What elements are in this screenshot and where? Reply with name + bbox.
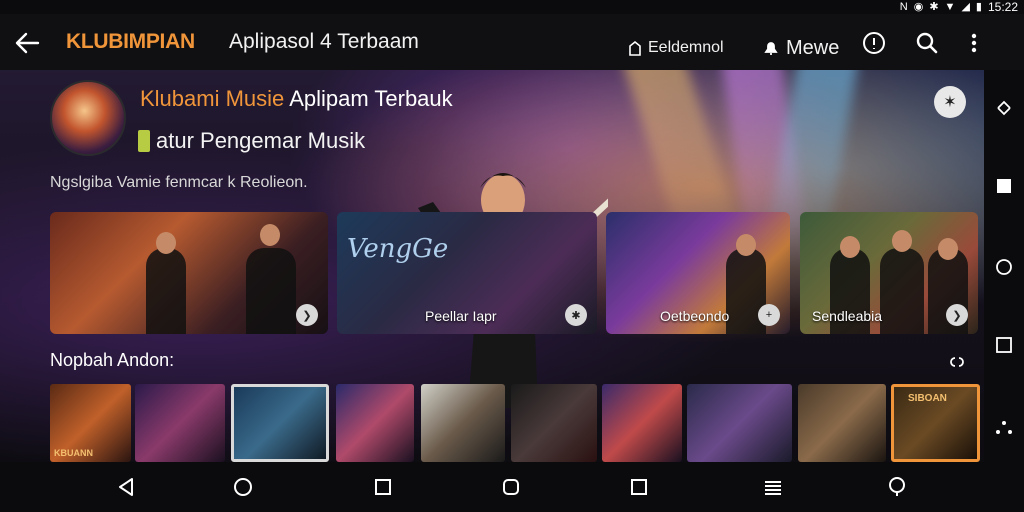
rounded-square-icon[interactable] xyxy=(498,474,524,500)
featured-card[interactable]: VengGe Peellar Iapr ✱ xyxy=(337,212,597,334)
circle-icon[interactable] xyxy=(994,257,1014,277)
performer-silhouette xyxy=(246,248,296,334)
featured-card[interactable]: Oetbeondo + xyxy=(606,212,790,334)
card-badge[interactable]: ❯ xyxy=(296,304,318,326)
hero-subtitle: atur Pengemar Musik xyxy=(138,128,365,154)
hero-description: Ngslgiba Vamie fenmcar k Reolieon. xyxy=(50,174,308,191)
hero-title-rest: Aplipam Terbauk xyxy=(289,86,453,111)
navigation-bar xyxy=(0,462,1024,512)
thumbnail[interactable] xyxy=(602,384,682,462)
app-title: Aplipasol 4 Terbaam xyxy=(229,30,419,53)
ticket-icon xyxy=(138,130,150,152)
bluetooth-icon: ✱ xyxy=(929,1,939,13)
dots-icon[interactable] xyxy=(994,418,1014,438)
back-triangle-icon[interactable] xyxy=(114,474,140,500)
search-icon[interactable] xyxy=(914,30,940,56)
tab-label: Eeldemnol xyxy=(648,39,724,56)
square-icon[interactable] xyxy=(626,474,652,500)
thumbnail-label: KBUANN xyxy=(54,448,93,458)
nfc-icon: N xyxy=(899,1,908,13)
more-vert-icon[interactable] xyxy=(961,30,987,56)
card-label: Sendleabia xyxy=(812,308,883,324)
card-badge[interactable]: ✱ xyxy=(565,304,587,326)
card-overlay-text: VengGe xyxy=(347,234,449,264)
share-icon[interactable] xyxy=(994,98,1014,118)
performer-head xyxy=(840,236,860,258)
thumbnail-highlighted[interactable]: SIBOAN xyxy=(891,384,980,462)
performer-silhouette xyxy=(880,248,924,334)
hero-title: Klubami Musie Aplipam Terbauk xyxy=(140,86,453,112)
pin-icon: ✶ xyxy=(943,94,957,111)
info-icon[interactable] xyxy=(861,30,887,56)
app-bar: KLUBIMPIAN Aplipasol 4 Terbaam Eeldemnol… xyxy=(0,14,1024,76)
performer-silhouette xyxy=(146,248,186,334)
home-circle-icon[interactable] xyxy=(230,474,256,500)
performer-head xyxy=(156,232,176,254)
tab-mewe[interactable]: Mewe xyxy=(762,28,839,68)
card-label: Oetbeondo xyxy=(660,308,730,324)
brand-logo-text[interactable]: KLUBIMPIAN xyxy=(66,30,195,54)
tab-label: Mewe xyxy=(786,36,840,59)
thumbnail[interactable] xyxy=(336,384,414,462)
square-filled-icon[interactable] xyxy=(994,176,1014,196)
thumbnail-selected[interactable] xyxy=(231,384,329,462)
home-icon xyxy=(629,40,641,56)
hero-banner: Klubami Musie Aplipam Terbauk atur Penge… xyxy=(0,70,984,462)
side-rail xyxy=(984,70,1024,462)
status-icons: N ◉ ✱ ▼ ◢ ▮ 15:22 xyxy=(900,0,1018,14)
performer-head xyxy=(260,224,280,246)
card-label: Peellar Iapr xyxy=(425,308,497,324)
featured-card[interactable]: Sendleabia ❯ xyxy=(800,212,978,334)
thumbnail[interactable] xyxy=(511,384,597,462)
recents-square-icon[interactable] xyxy=(370,474,396,500)
menu-lines-icon[interactable] xyxy=(760,474,786,500)
bell-icon xyxy=(764,42,778,55)
pin-button[interactable]: ✶ xyxy=(934,86,966,118)
performer-head xyxy=(736,234,756,256)
signal-icon: ◢ xyxy=(961,1,970,13)
performer-head xyxy=(938,238,958,260)
settings-icon: ◉ xyxy=(913,1,924,13)
card-badge[interactable]: + xyxy=(758,304,780,326)
thumbnail-label: SIBOAN xyxy=(908,393,947,404)
status-bar: N ◉ ✱ ▼ ◢ ▮ 15:22 xyxy=(0,0,1024,14)
hero-title-brand: Klubami Musie xyxy=(140,86,285,111)
status-time: 15:22 xyxy=(987,0,1018,14)
thumbnail[interactable]: KBUANN xyxy=(50,384,131,462)
thumbnail[interactable] xyxy=(798,384,886,462)
thumbnail[interactable] xyxy=(687,384,792,462)
section-title: Nopbah Andon: xyxy=(50,350,175,370)
avatar[interactable] xyxy=(50,80,126,156)
featured-card[interactable]: ❯ xyxy=(50,212,328,334)
square-outline-icon[interactable] xyxy=(994,335,1014,355)
link-icon[interactable] xyxy=(946,354,968,370)
hero-subtitle-text: atur Pengemar Musik xyxy=(156,128,366,153)
wifi-icon: ▼ xyxy=(944,1,956,13)
back-arrow-icon[interactable] xyxy=(12,30,42,56)
tab-eeldemnol[interactable]: Eeldemnol xyxy=(622,28,728,76)
thumbnail[interactable] xyxy=(135,384,225,462)
performer-head xyxy=(892,230,912,252)
card-badge[interactable]: ❯ xyxy=(946,304,968,326)
search-circle-icon[interactable] xyxy=(884,474,910,500)
battery-icon: ▮ xyxy=(975,1,982,13)
thumbnail[interactable] xyxy=(421,384,505,462)
